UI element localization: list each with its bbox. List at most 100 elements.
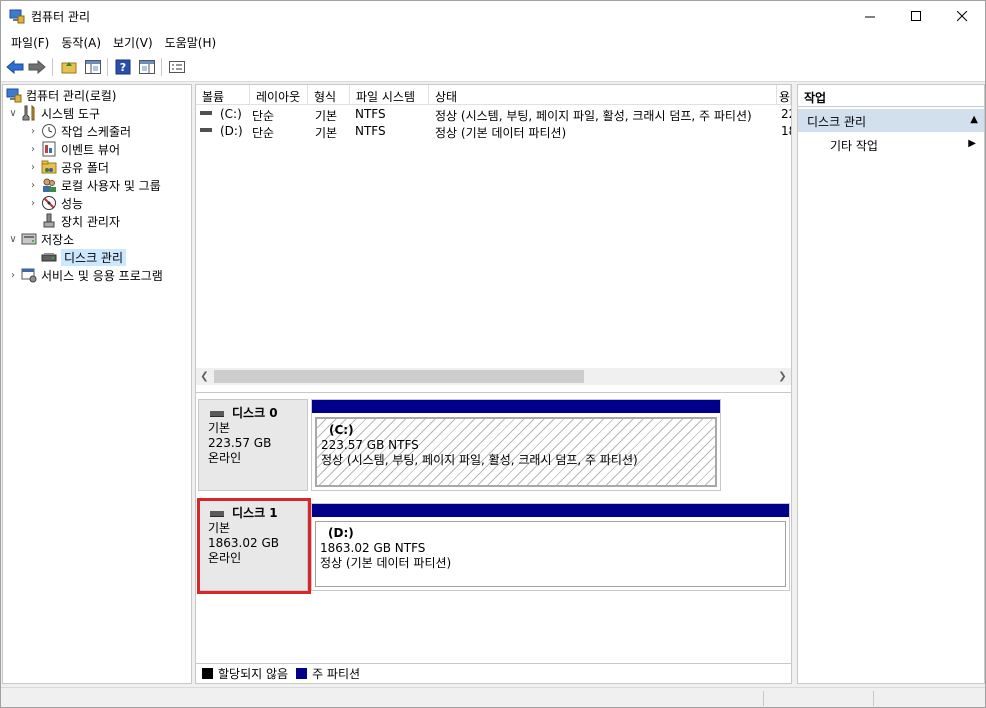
- console-tree: 컴퓨터 관리(로컬) ∨ 시스템 도구 › 작업 스케줄러 › 이벤트 뷰어 ›…: [2, 84, 192, 684]
- tree-label: 컴퓨터 관리(로컬): [26, 88, 117, 103]
- tree-item-system-tools[interactable]: ∨ 시스템 도구: [7, 104, 100, 122]
- scrollbar-thumb[interactable]: [214, 370, 584, 383]
- tree-item-disk-management[interactable]: 디스크 관리: [41, 248, 127, 266]
- event-viewer-icon: [42, 141, 56, 157]
- partition-c-body[interactable]: (C:) 223.57 GB NTFS 정상 (시스템, 부팅, 페이지 파일,…: [315, 417, 717, 487]
- actions-section-disk-management[interactable]: 디스크 관리 ▲: [798, 109, 984, 132]
- legend: 할당되지 않음 주 파티션: [196, 663, 791, 683]
- legend-primary: 주 파티션: [312, 667, 361, 681]
- back-arrow-icon: [6, 60, 24, 74]
- services-icon: [21, 268, 37, 283]
- partition-name: (D:): [328, 526, 354, 540]
- volume-icon: [200, 128, 212, 132]
- partition-d-body[interactable]: (D:) 1863.02 GB NTFS 정상 (기본 데이터 파티션): [315, 521, 786, 587]
- tree-item-storage[interactable]: ∨ 저장소: [7, 230, 74, 248]
- tree-item-root[interactable]: 컴퓨터 관리(로컬): [6, 86, 116, 104]
- partition-status: 정상 (기본 데이터 파티션): [320, 556, 452, 570]
- table-row[interactable]: (C:) 단순 기본 NTFS 정상 (시스템, 부팅, 페이지 파일, 활성,…: [196, 106, 791, 123]
- volume-filesystem: NTFS: [355, 107, 386, 121]
- back-button[interactable]: [5, 57, 25, 77]
- partition-c[interactable]: (C:) 223.57 GB NTFS 정상 (시스템, 부팅, 페이지 파일,…: [311, 399, 721, 491]
- minimize-button[interactable]: [847, 1, 893, 31]
- primary-partition-bar: [312, 504, 789, 517]
- tree-label: 성능: [61, 196, 84, 211]
- volume-status: 정상 (시스템, 부팅, 페이지 파일, 활성, 크래시 덤프, 주 파티션): [435, 109, 752, 123]
- more-actions-label: 기타 작업: [830, 139, 878, 153]
- column-header-capacity[interactable]: 용: [777, 85, 791, 105]
- column-header-type[interactable]: 형식: [308, 85, 350, 105]
- partition-size: 223.57 GB NTFS: [321, 438, 419, 452]
- disk-1-highlight: [197, 498, 311, 594]
- volume-type: 기본: [315, 126, 338, 140]
- partition-size: 1863.02 GB NTFS: [320, 541, 426, 555]
- expand-icon[interactable]: ›: [27, 162, 39, 173]
- disk-type: 기본: [208, 421, 231, 435]
- primary-partition-bar: [312, 400, 720, 413]
- actions-section-label: 디스크 관리: [807, 115, 867, 129]
- volume-icon: [200, 111, 212, 115]
- column-header-filesystem[interactable]: 파일 시스템: [350, 85, 429, 105]
- status-bar: [1, 687, 985, 707]
- device-manager-icon: [43, 213, 55, 228]
- close-button[interactable]: [939, 1, 985, 31]
- show-hide-action-pane-button[interactable]: [137, 57, 157, 77]
- performance-icon: [42, 196, 56, 210]
- expand-icon[interactable]: ›: [27, 180, 39, 191]
- column-header-status[interactable]: 상태: [429, 85, 777, 105]
- table-row[interactable]: (D:) 단순 기본 NTFS 정상 (기본 데이터 파티션) 18: [196, 123, 791, 140]
- horizontal-scrollbar[interactable]: ❮ ❯: [196, 368, 791, 385]
- tools-icon: [22, 105, 35, 121]
- volume-name: (C:): [220, 107, 242, 121]
- tree-item-local-users[interactable]: › 로컬 사용자 및 그룹: [27, 176, 161, 194]
- volume-layout: 단순: [252, 126, 275, 140]
- legend-unallocated: 할당되지 않음: [218, 667, 289, 681]
- tree-item-performance[interactable]: › 성능: [27, 194, 83, 212]
- disk-size: 223.57 GB: [208, 436, 272, 450]
- close-icon: [956, 10, 967, 21]
- partition-d[interactable]: (D:) 1863.02 GB NTFS 정상 (기본 데이터 파티션): [311, 503, 790, 591]
- scroll-right-icon[interactable]: ❯: [774, 368, 791, 385]
- show-hide-tree-button[interactable]: [83, 57, 103, 77]
- collapse-up-icon[interactable]: ▲: [970, 114, 978, 125]
- volume-layout: 단순: [252, 109, 275, 123]
- expand-icon[interactable]: ›: [27, 198, 39, 209]
- tree-label: 이벤트 뷰어: [61, 142, 121, 157]
- title-bar[interactable]: 컴퓨터 관리: [1, 1, 985, 31]
- column-header-layout[interactable]: 레이아웃: [250, 85, 308, 105]
- help-button[interactable]: ?: [113, 57, 133, 77]
- disk-0-label[interactable]: 디스크 0 기본 223.57 GB 온라인: [198, 399, 308, 491]
- tree-label: 장치 관리자: [61, 214, 121, 229]
- tree-label: 공유 폴더: [61, 160, 109, 175]
- properties-button[interactable]: [167, 57, 187, 77]
- collapse-icon[interactable]: ∨: [7, 234, 19, 245]
- collapse-icon[interactable]: ∨: [7, 108, 19, 119]
- maximize-button[interactable]: [893, 1, 939, 31]
- expand-icon[interactable]: ›: [7, 270, 19, 281]
- disk-state: 온라인: [208, 451, 242, 465]
- menu-view[interactable]: 보기(V): [107, 31, 159, 53]
- menu-action[interactable]: 동작(A): [55, 31, 107, 53]
- computer-management-window: 컴퓨터 관리 파일(F) 동작(A) 보기(V) 도움말(H) ? 컴퓨터 관리…: [0, 0, 986, 708]
- tree-item-services-apps[interactable]: › 서비스 및 응용 프로그램: [7, 266, 163, 284]
- tree-label: 디스크 관리: [61, 248, 127, 266]
- menu-help[interactable]: 도움말(H): [159, 31, 223, 53]
- tree-item-task-scheduler[interactable]: › 작업 스케줄러: [27, 122, 131, 140]
- disk-name-text: 디스크 0: [232, 406, 278, 420]
- scroll-left-icon[interactable]: ❮: [196, 368, 213, 385]
- tree-item-shared-folders[interactable]: › 공유 폴더: [27, 158, 109, 176]
- tree-item-event-viewer[interactable]: › 이벤트 뷰어: [27, 140, 120, 158]
- expand-icon[interactable]: ›: [27, 126, 39, 137]
- more-actions-item[interactable]: 기타 작업 ▶: [798, 135, 984, 155]
- volume-capacity: 22: [781, 107, 791, 121]
- menu-file[interactable]: 파일(F): [1, 31, 55, 53]
- forward-button[interactable]: [27, 57, 47, 77]
- partition-status: 정상 (시스템, 부팅, 페이지 파일, 활성, 크래시 덤프, 주 파티션): [321, 453, 638, 467]
- toolbar-separator: [161, 58, 162, 76]
- volume-status: 정상 (기본 데이터 파티션): [435, 126, 567, 140]
- expand-icon[interactable]: ›: [27, 144, 39, 155]
- partition-name: (C:): [329, 423, 354, 437]
- column-header-volume[interactable]: 볼륨: [196, 85, 250, 105]
- tree-item-device-manager[interactable]: 장치 관리자: [41, 212, 120, 230]
- up-folder-button[interactable]: [59, 57, 79, 77]
- tree-label: 서비스 및 응용 프로그램: [41, 268, 163, 283]
